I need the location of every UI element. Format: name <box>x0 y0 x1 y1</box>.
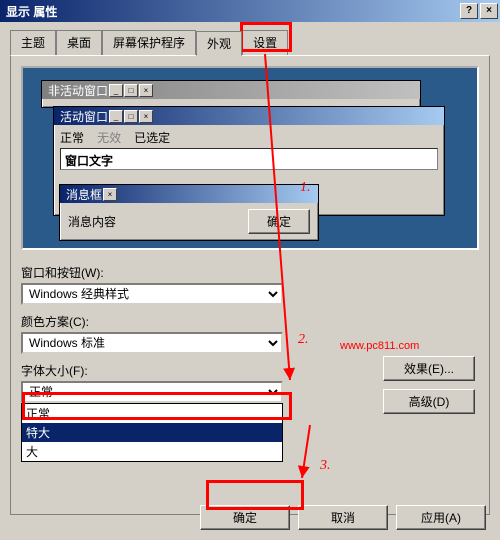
cancel-button[interactable]: 取消 <box>298 505 388 530</box>
window-title: 显示 属性 <box>6 3 57 20</box>
close-icon: × <box>103 188 117 201</box>
state-normal: 正常 <box>60 131 84 145</box>
tab-screensaver[interactable]: 屏幕保护程序 <box>102 30 196 55</box>
close-icon: × <box>139 84 153 97</box>
minimize-icon: _ <box>109 84 123 97</box>
ok-button[interactable]: 确定 <box>200 505 290 530</box>
appearance-panel: 非活动窗口 _ □ × 活动窗口 _ □ × 正常 无效 已选定 窗口文字 <box>10 55 490 515</box>
size-option-large[interactable]: 大 <box>22 442 282 461</box>
maximize-icon: □ <box>124 84 138 97</box>
tab-appearance[interactable]: 外观 <box>196 31 242 56</box>
preview-area: 非活动窗口 _ □ × 活动窗口 _ □ × 正常 无效 已选定 窗口文字 <box>21 66 479 250</box>
size-select[interactable]: 正常 <box>21 381 283 403</box>
close-icon: × <box>139 110 153 123</box>
tab-bar: 主题 桌面 屏幕保护程序 外观 设置 <box>0 22 500 55</box>
preview-message-box: 消息框 × 消息内容 确定 <box>59 184 319 241</box>
tab-settings[interactable]: 设置 <box>242 30 288 55</box>
close-button[interactable]: × <box>480 3 498 19</box>
inactive-window-title: 非活动窗口 <box>48 82 108 99</box>
state-disabled: 无效 <box>97 131 121 145</box>
scheme-label: 颜色方案(C): <box>21 313 479 330</box>
watermark-url: www.pc811.com <box>340 340 419 352</box>
preview-inactive-window: 非活动窗口 _ □ × <box>41 80 421 108</box>
scheme-select[interactable]: Windows 标准 <box>21 332 283 354</box>
advanced-button[interactable]: 高级(D) <box>383 389 475 414</box>
minimize-icon: _ <box>109 110 123 123</box>
style-label: 窗口和按钮(W): <box>21 264 479 281</box>
style-select[interactable]: Windows 经典样式 <box>21 283 283 305</box>
state-selected: 已选定 <box>134 131 170 145</box>
tab-desktop[interactable]: 桌面 <box>56 30 102 55</box>
maximize-icon: □ <box>124 110 138 123</box>
size-option-normal[interactable]: 正常 <box>22 404 282 423</box>
preview-textbox: 窗口文字 <box>60 148 438 170</box>
msgbox-text: 消息内容 <box>68 213 116 230</box>
active-window-title: 活动窗口 <box>60 108 108 125</box>
titlebar: 显示 属性 ? × <box>0 0 500 22</box>
apply-button[interactable]: 应用(A) <box>396 505 486 530</box>
help-button[interactable]: ? <box>460 3 478 19</box>
effects-button[interactable]: 效果(E)... <box>383 356 475 381</box>
msgbox-title: 消息框 <box>66 186 102 203</box>
tab-theme[interactable]: 主题 <box>10 30 56 55</box>
size-dropdown-list[interactable]: 正常 特大 大 <box>21 403 283 462</box>
msgbox-ok-button: 确定 <box>248 209 310 234</box>
dialog-buttons: 确定 取消 应用(A) <box>200 505 486 530</box>
size-option-extra-large[interactable]: 特大 <box>22 423 282 442</box>
